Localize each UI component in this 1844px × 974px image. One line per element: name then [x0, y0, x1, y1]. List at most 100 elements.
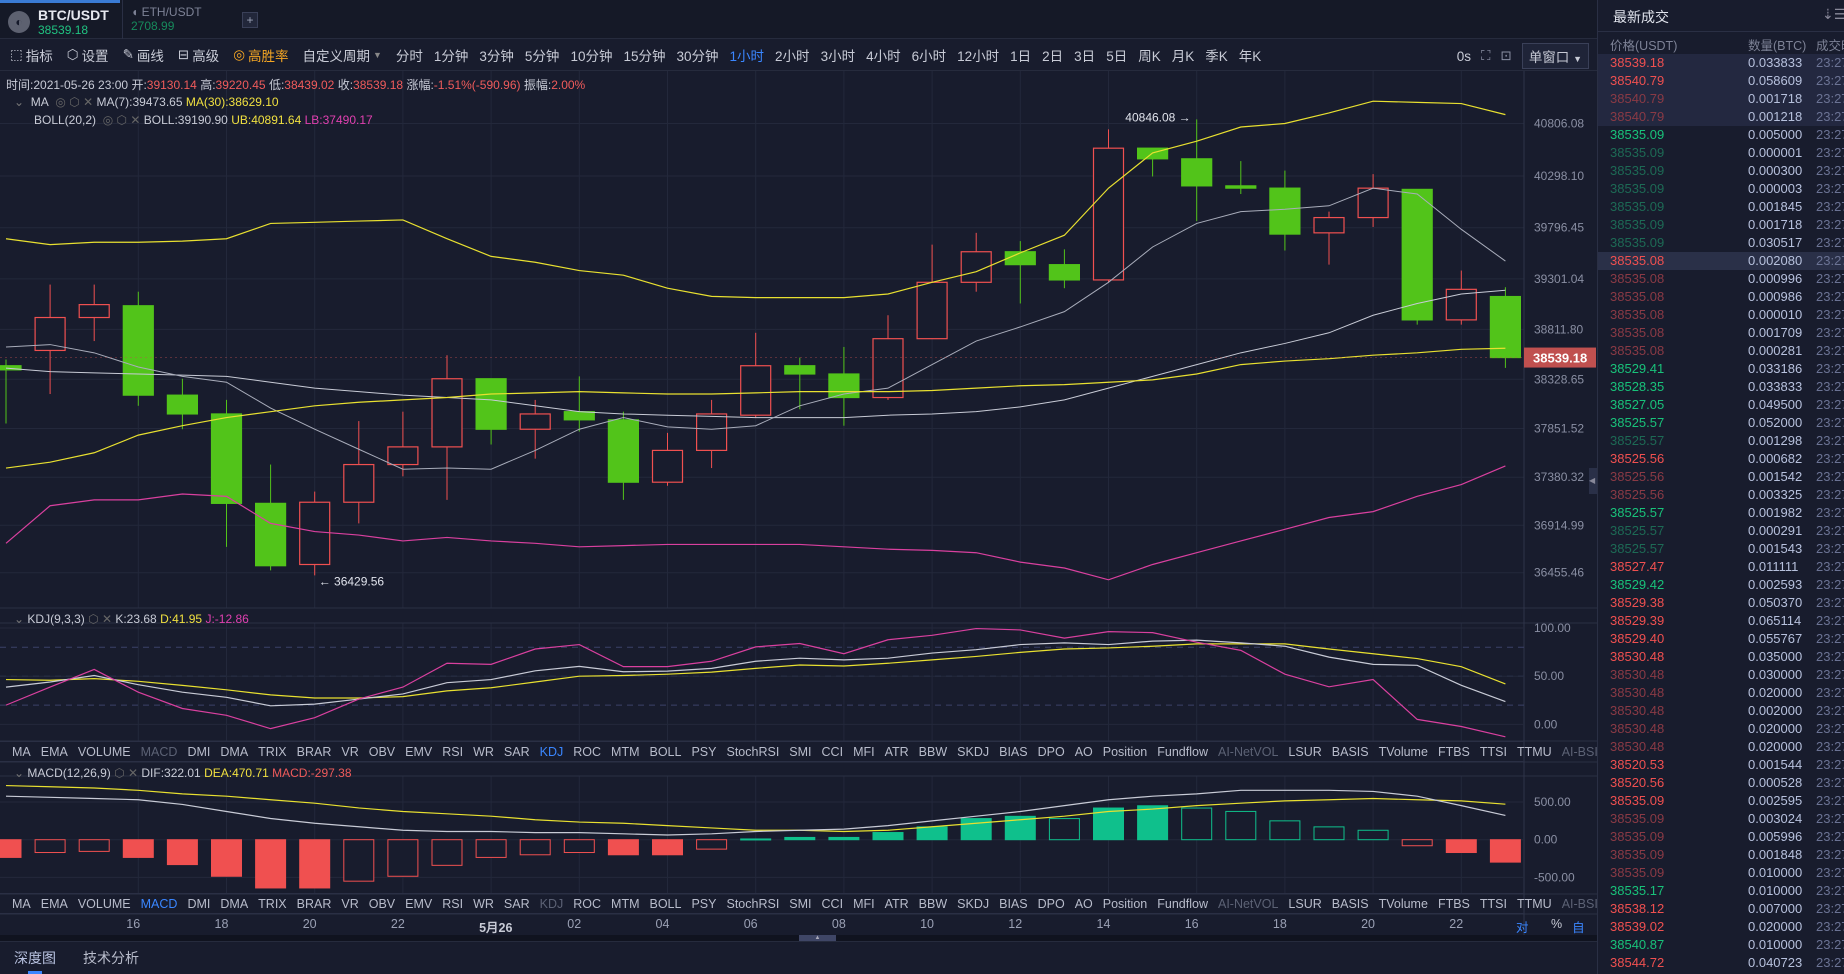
indicator-dma[interactable]: DMA: [220, 897, 248, 911]
indicator-tvolume[interactable]: TVolume: [1379, 745, 1428, 759]
indicator-bbw[interactable]: BBW: [919, 897, 947, 911]
indicator-lsur[interactable]: LSUR: [1288, 897, 1321, 911]
indicator-brar[interactable]: BRAR: [297, 745, 332, 759]
indicator-mfi[interactable]: MFI: [853, 897, 875, 911]
period-20[interactable]: 年K: [1239, 45, 1262, 65]
advanced-button[interactable]: ⊟ 高级: [178, 45, 219, 65]
indicator-dmi[interactable]: DMI: [187, 745, 210, 759]
indicator-emv[interactable]: EMV: [405, 745, 432, 759]
indicator-wr[interactable]: WR: [473, 897, 494, 911]
indicator-boll[interactable]: BOLL: [650, 897, 682, 911]
period-18[interactable]: 月K: [1172, 45, 1195, 65]
close-icon[interactable]: ✕: [102, 612, 112, 626]
indicator-rsi[interactable]: RSI: [442, 897, 463, 911]
indicator-ftbs[interactable]: FTBS: [1438, 897, 1470, 911]
tab-btc-usdt[interactable]: ◐ BTC/USDT 38539.18: [0, 0, 120, 39]
indicator-skdj[interactable]: SKDJ: [957, 897, 989, 911]
indicator-ttsi[interactable]: TTSI: [1480, 897, 1507, 911]
indicator-brar[interactable]: BRAR: [297, 897, 332, 911]
indicator-dpo[interactable]: DPO: [1038, 745, 1065, 759]
period-17[interactable]: 周K: [1138, 45, 1161, 65]
period-16[interactable]: 5日: [1106, 45, 1127, 65]
indicator-wr[interactable]: WR: [473, 745, 494, 759]
indicator-atr[interactable]: ATR: [885, 897, 909, 911]
indicator-macd[interactable]: MACD: [141, 897, 178, 911]
indicator-emv[interactable]: EMV: [405, 897, 432, 911]
indicator-smi[interactable]: SMI: [789, 745, 811, 759]
indicator-dmi[interactable]: DMI: [187, 897, 210, 911]
indicator-sar[interactable]: SAR: [504, 897, 530, 911]
indicator-fundflow[interactable]: Fundflow: [1157, 897, 1208, 911]
indicator-bbw[interactable]: BBW: [919, 745, 947, 759]
gear-icon[interactable]: ⬡: [69, 95, 79, 109]
indicator-basis[interactable]: BASIS: [1332, 745, 1369, 759]
period-0[interactable]: 分时: [396, 45, 423, 65]
indicator-basis[interactable]: BASIS: [1332, 897, 1369, 911]
close-icon[interactable]: ✕: [83, 95, 93, 109]
indicator-bias[interactable]: BIAS: [999, 897, 1028, 911]
indicator-trix[interactable]: TRIX: [258, 745, 286, 759]
indicator-skdj[interactable]: SKDJ: [957, 745, 989, 759]
indicator-roc[interactable]: ROC: [573, 897, 601, 911]
period-11[interactable]: 6小时: [912, 45, 947, 65]
indicator-ma[interactable]: MA: [12, 897, 31, 911]
indicator-ttmu[interactable]: TTMU: [1517, 897, 1552, 911]
indicator-mfi[interactable]: MFI: [853, 745, 875, 759]
tab-technical-analysis[interactable]: 技术分析: [83, 948, 139, 968]
period-7[interactable]: 1小时: [730, 45, 765, 65]
indicator-roc[interactable]: ROC: [573, 745, 601, 759]
indicator-fundflow[interactable]: Fundflow: [1157, 745, 1208, 759]
period-1[interactable]: 1分钟: [434, 45, 469, 65]
indicator-ao[interactable]: AO: [1075, 745, 1093, 759]
indicator-ttmu[interactable]: TTMU: [1517, 745, 1552, 759]
eye-icon[interactable]: ◎: [55, 95, 65, 109]
tab-eth-usdt[interactable]: ◖ ETH/USDT 2708.99: [122, 0, 210, 39]
indicator-mtm[interactable]: MTM: [611, 745, 639, 759]
draw-button[interactable]: ✎ 画线: [123, 45, 164, 65]
fullscreen-icon[interactable]: ⛶: [1481, 48, 1490, 64]
gear-icon[interactable]: ⬡: [114, 766, 124, 780]
indicator-ai-netvol[interactable]: AI-NetVOL: [1218, 745, 1278, 759]
indicator-ai-bsi[interactable]: AI-BSI: [1562, 745, 1598, 759]
period-4[interactable]: 10分钟: [570, 45, 612, 65]
indicator-ma[interactable]: MA: [12, 745, 31, 759]
gear-icon[interactable]: ⬡: [117, 113, 127, 127]
indicator-atr[interactable]: ATR: [885, 745, 909, 759]
indicator-mtm[interactable]: MTM: [611, 897, 639, 911]
eye-icon[interactable]: ◎: [103, 113, 113, 127]
indicator-ftbs[interactable]: FTBS: [1438, 745, 1470, 759]
indicator-kdj[interactable]: KDJ: [540, 745, 564, 759]
indicator-boll[interactable]: BOLL: [650, 745, 682, 759]
gear-icon[interactable]: ⬡: [88, 612, 98, 626]
period-8[interactable]: 2小时: [775, 45, 810, 65]
indicator-kdj[interactable]: KDJ: [540, 897, 564, 911]
indicator-cci[interactable]: CCI: [822, 745, 844, 759]
indicator-sar[interactable]: SAR: [504, 745, 530, 759]
window-mode-dropdown[interactable]: 单窗口 ▼: [1521, 43, 1589, 69]
period-12[interactable]: 12小时: [957, 45, 999, 65]
close-icon[interactable]: ✕: [130, 113, 140, 127]
period-15[interactable]: 3日: [1074, 45, 1095, 65]
indicator-ai-netvol[interactable]: AI-NetVOL: [1218, 897, 1278, 911]
collapse-icon[interactable]: ⌄: [14, 612, 24, 626]
collapse-icon[interactable]: ⌄: [14, 95, 24, 109]
indicator-volume[interactable]: VOLUME: [78, 897, 131, 911]
period-13[interactable]: 1日: [1010, 45, 1031, 65]
indicator-ai-bsi[interactable]: AI-BSI: [1562, 897, 1598, 911]
add-window-icon[interactable]: ⊡: [1501, 48, 1512, 64]
indicator-position[interactable]: Position: [1103, 745, 1147, 759]
panel-collapse-handle[interactable]: ◀: [1589, 468, 1597, 494]
period-3[interactable]: 5分钟: [525, 45, 560, 65]
period-14[interactable]: 2日: [1042, 45, 1063, 65]
indicator-bias[interactable]: BIAS: [999, 745, 1028, 759]
period-10[interactable]: 4小时: [866, 45, 901, 65]
chart-canvas[interactable]: 40806.08 40298.10 39796.45 39301.04 38811.80…: [0, 0, 1597, 974]
indicator-button[interactable]: ⬚ 指标: [10, 45, 53, 65]
close-icon[interactable]: ✕: [128, 766, 138, 780]
indicator-tvolume[interactable]: TVolume: [1379, 897, 1428, 911]
indicator-lsur[interactable]: LSUR: [1288, 745, 1321, 759]
indicator-position[interactable]: Position: [1103, 897, 1147, 911]
indicator-stochrsi[interactable]: StochRSI: [726, 897, 779, 911]
indicator-obv[interactable]: OBV: [369, 897, 395, 911]
indicator-ttsi[interactable]: TTSI: [1480, 745, 1507, 759]
